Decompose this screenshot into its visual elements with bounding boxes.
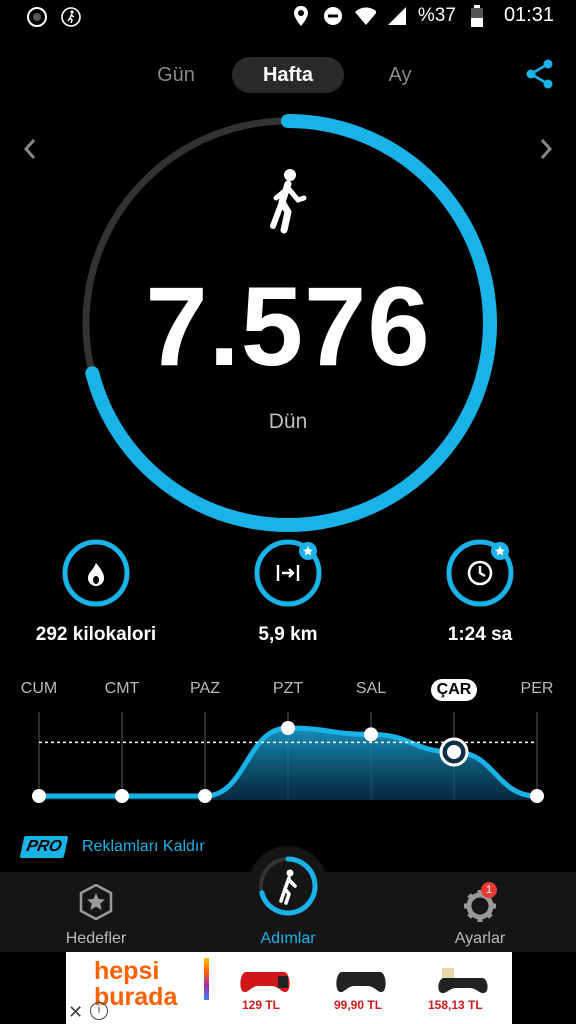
distance-ring bbox=[253, 538, 323, 608]
ad-price: 158,13 TL bbox=[428, 998, 483, 1012]
nav-steps-button[interactable] bbox=[248, 846, 328, 926]
share-icon[interactable] bbox=[524, 58, 556, 90]
ad-gamepad-red-image bbox=[240, 972, 290, 993]
app-circle-icon bbox=[26, 6, 48, 28]
ad-brand-logo: hepsi burada bbox=[94, 957, 178, 1011]
weekday-label[interactable]: SAL bbox=[341, 680, 401, 698]
calories-stat[interactable]: 292 kilokalori bbox=[6, 538, 186, 646]
tab-week[interactable]: Hafta bbox=[232, 57, 344, 93]
ad-gamepad-set-image bbox=[438, 968, 488, 994]
duration-stat[interactable]: 1:24 sa bbox=[390, 538, 570, 646]
steps-mini-ring bbox=[259, 856, 318, 916]
chart-point bbox=[198, 789, 212, 803]
close-icon[interactable]: ✕ bbox=[68, 1002, 83, 1023]
chart-point bbox=[530, 789, 544, 803]
chart-point bbox=[364, 727, 378, 742]
settings-notification-badge: 1 bbox=[481, 882, 497, 898]
walking-icon bbox=[268, 168, 308, 234]
day-label: Dün bbox=[268, 410, 308, 433]
calories-value: 292 kilokalori bbox=[35, 624, 157, 645]
walking-icon bbox=[279, 869, 297, 905]
period-tabs: Gün Hafta Ay bbox=[150, 57, 430, 93]
weekday-label[interactable]: PZT bbox=[258, 680, 318, 698]
chart-point bbox=[32, 789, 46, 803]
star-badge-icon bbox=[79, 884, 113, 920]
weekday-label-selected[interactable]: ÇAR bbox=[431, 679, 477, 701]
weekday-labels: CUM CMT PAZ PZT SAL ÇAR PER bbox=[0, 679, 576, 704]
battery-percent: %37 bbox=[417, 4, 456, 26]
do-not-disturb-icon bbox=[322, 5, 344, 27]
ad-banner[interactable]: hepsi burada 129 TL 99,90 TL 158,13 TL ✕… bbox=[66, 952, 512, 1024]
battery-icon bbox=[466, 4, 488, 27]
steps-count: 7.576 bbox=[145, 264, 431, 389]
pro-badge: PRO bbox=[19, 836, 69, 858]
calories-ring bbox=[61, 538, 131, 608]
ad-price: 99,90 TL bbox=[334, 998, 383, 1012]
walking-icon bbox=[60, 6, 82, 28]
chart-point-selected-core bbox=[447, 745, 461, 759]
ad-price: 129 TL bbox=[242, 998, 281, 1012]
weekday-label[interactable]: PER bbox=[507, 680, 567, 698]
chart-point bbox=[115, 789, 129, 803]
ad-info-icon[interactable]: i bbox=[90, 1002, 108, 1020]
previous-day-button[interactable] bbox=[18, 134, 42, 164]
wifi-icon bbox=[354, 5, 376, 27]
nav-goals-label: Hedefler bbox=[65, 930, 127, 947]
chart-point bbox=[281, 721, 295, 735]
location-icon bbox=[290, 5, 312, 27]
nav-steps-label: Adımlar bbox=[260, 930, 316, 947]
ad-brand-stripe bbox=[204, 958, 209, 1000]
status-bar: %37 01:31 bbox=[0, 0, 576, 36]
ad-gamepad-black-image bbox=[336, 972, 386, 993]
duration-ring bbox=[445, 538, 515, 608]
distance-value: 5,9 km bbox=[258, 624, 318, 645]
remove-ads-row[interactable]: PRO Reklamları Kaldır bbox=[19, 834, 205, 860]
weekday-label[interactable]: CMT bbox=[92, 680, 152, 698]
signal-icon bbox=[386, 5, 408, 27]
duration-value: 1:24 sa bbox=[447, 624, 513, 645]
next-day-button[interactable] bbox=[534, 134, 558, 164]
tab-month[interactable]: Ay bbox=[378, 57, 422, 93]
remove-ads-link[interactable]: Reklamları Kaldır bbox=[82, 838, 205, 856]
distance-stat[interactable]: 5,9 km bbox=[198, 538, 378, 646]
weekday-label[interactable]: CUM bbox=[9, 680, 69, 698]
weekly-steps-chart bbox=[32, 712, 544, 803]
tab-day[interactable]: Gün bbox=[150, 57, 202, 93]
clock: 01:31 bbox=[503, 4, 554, 26]
nav-settings-label: Ayarlar bbox=[454, 930, 506, 947]
weekday-label[interactable]: PAZ bbox=[175, 680, 235, 698]
chart-area bbox=[39, 728, 537, 800]
